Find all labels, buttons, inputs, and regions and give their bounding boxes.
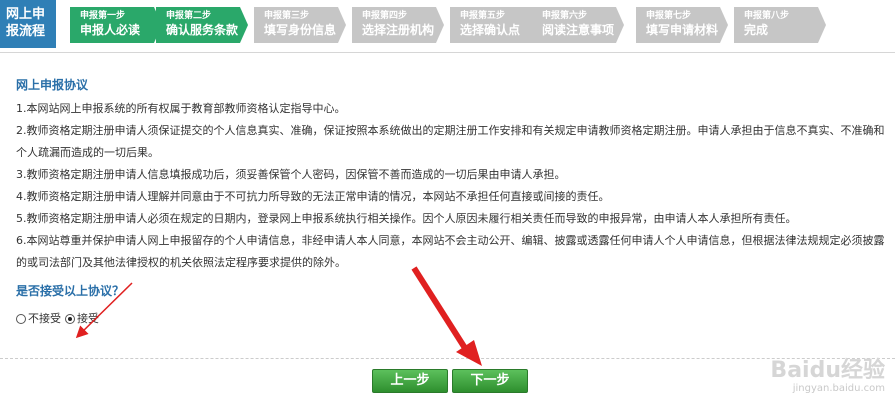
arrow-to-next-button-head — [456, 340, 482, 366]
step-7: 申报第七步 填写申请材料 — [636, 7, 728, 43]
step-3: 申报第三步 填写身份信息 — [254, 7, 346, 43]
step-number: 申报第七步 — [646, 11, 692, 21]
agreement-content: 网上申报协议 1.本网站网上申报系统的所有权属于教育部教师资格认定指导中心。 2… — [16, 74, 886, 330]
step-number: 申报第三步 — [264, 11, 310, 21]
step-number: 申报第八步 — [744, 11, 790, 21]
step-name: 申报人必读 — [80, 23, 141, 37]
agreement-item: 3.教师资格定期注册申请人信息填报成功后，须妥善保管个人密码，因保管不善而造成的… — [16, 168, 566, 181]
agreement-item: 4.教师资格定期注册申请人理解并同意由于不可抗力所导致的无法正常申请的情况，本网… — [16, 190, 610, 203]
accept-radio[interactable]: 接受 — [65, 308, 99, 330]
step-4: 申报第四步 选择注册机构 — [352, 7, 444, 43]
agreement-item: 2.教师资格定期注册申请人须保证提交的个人信息真实、准确，保证按照本系统做出的定… — [16, 124, 885, 159]
header-divider — [0, 52, 895, 53]
step-2: 申报第二步 确认服务条款 — [156, 7, 248, 43]
accept-question: 是否接受以上协议？ — [16, 284, 125, 298]
accept-radio-circle[interactable] — [65, 314, 75, 324]
step-name: 完成 — [744, 23, 769, 37]
watermark-logo: Baidu经验 — [770, 358, 885, 383]
step-number: 申报第一步 — [80, 11, 126, 21]
step-name: 选择确认点 — [460, 23, 521, 37]
step-name: 确认服务条款 — [166, 23, 239, 37]
step-1: 申报第一步 申报人必读 — [70, 7, 162, 43]
step-number: 申报第四步 — [362, 11, 408, 21]
next-button[interactable]: 下一步 — [452, 369, 528, 393]
reject-radio-label: 不接受 — [28, 312, 61, 325]
prev-button[interactable]: 上一步 — [372, 369, 448, 393]
reject-radio-circle[interactable] — [16, 314, 26, 324]
brand-line-1: 网上申 — [6, 7, 46, 22]
step-6: 申报第六步 阅读注意事项 — [532, 7, 624, 43]
step-name: 选择注册机构 — [362, 23, 435, 37]
footer-divider — [0, 358, 895, 359]
step-number: 申报第五步 — [460, 11, 506, 21]
agreement-item: 6.本网站尊重并保护申请人网上申报留存的个人申请信息，非经申请人本人同意，本网站… — [16, 234, 885, 269]
brand-line-2: 报流程 — [6, 24, 46, 39]
reject-radio[interactable]: 不接受 — [16, 308, 61, 330]
agreement-title: 网上申报协议 — [16, 78, 89, 92]
watermark-url: jingyan.baidu.com — [792, 383, 885, 394]
step-8: 申报第八步 完成 — [734, 7, 826, 43]
process-brand: 网上申 报流程 — [0, 0, 56, 48]
step-number: 申报第二步 — [166, 11, 212, 21]
step-name: 阅读注意事项 — [542, 23, 615, 37]
accept-radio-label: 接受 — [77, 312, 99, 325]
step-name: 填写申请材料 — [646, 23, 719, 37]
accept-radio-group: 不接受 接受 — [16, 308, 886, 330]
step-number: 申报第六步 — [542, 11, 588, 21]
step-name: 填写身份信息 — [264, 23, 337, 37]
step-5: 申报第五步 选择确认点 — [450, 7, 542, 43]
agreement-item: 1.本网站网上申报系统的所有权属于教育部教师资格认定指导中心。 — [16, 102, 346, 115]
agreement-item: 5.教师资格定期注册申请人必须在规定的日期内，登录网上申报系统执行相关操作。因个… — [16, 212, 797, 225]
step-bar: 网上申 报流程 申报第一步 申报人必读 申报第二步 确认服务条款 申报第三步 填… — [0, 0, 895, 48]
baidu-watermark: Baidu经验 jingyan.baidu.com — [770, 358, 885, 395]
